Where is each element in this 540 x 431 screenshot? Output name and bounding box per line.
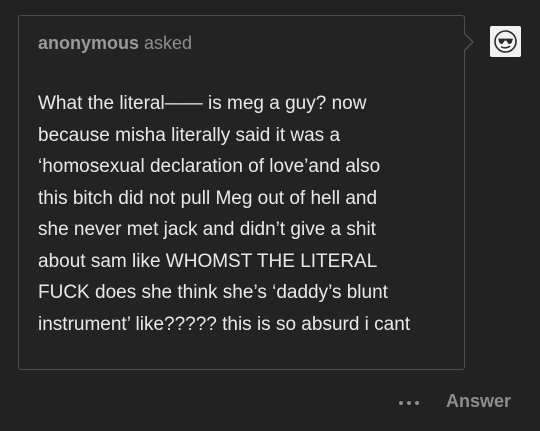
question-line: about sam like WHOMST THE LITERAL	[38, 250, 378, 272]
bubble-tail-fill	[464, 34, 472, 50]
answer-button[interactable]: Answer	[446, 391, 511, 412]
ellipsis-icon	[399, 401, 403, 405]
question-line: instrument’ like????? this is so absurd …	[38, 313, 411, 335]
ellipsis-icon	[407, 401, 411, 405]
post-footer: Answer	[0, 388, 540, 418]
question-body: What the literal—— is meg a guy? now bec…	[38, 88, 458, 340]
question-line: she never met jack and didn’t give a shi…	[38, 219, 376, 240]
asker-line: anonymous asked	[38, 33, 192, 54]
ellipsis-icon	[415, 401, 419, 405]
anonymous-sunglasses-face-icon	[494, 30, 517, 53]
question-line: What the literal—— is meg a guy? now	[38, 93, 367, 114]
ask-bubble: anonymous asked What the literal—— is me…	[18, 15, 465, 370]
avatar[interactable]	[490, 26, 521, 57]
question-line: this bitch did not pull Meg out of hell …	[38, 187, 378, 209]
question-line: ‘homosexual declaration of love’and also	[38, 156, 381, 177]
asked-label: asked	[144, 33, 193, 53]
asker-name: anonymous	[38, 33, 140, 53]
question-line: FUCK does she think she’s ‘daddy’s blunt	[38, 282, 388, 303]
more-options-button[interactable]	[394, 390, 424, 416]
question-line: because misha literally said it was a	[38, 124, 341, 146]
